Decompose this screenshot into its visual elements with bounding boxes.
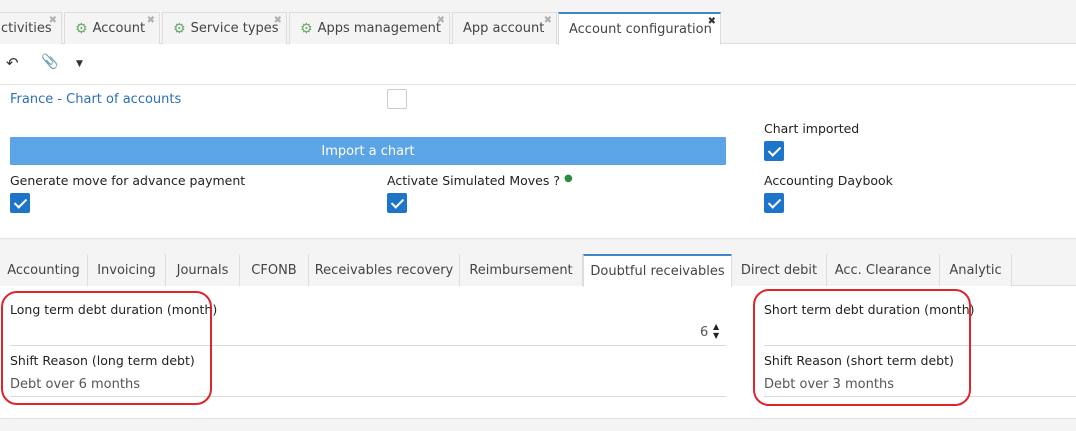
advance-payment-checkbox[interactable]: [10, 193, 30, 213]
chart-imported-label: Chart imported: [764, 121, 860, 136]
undo-icon[interactable]: ↶: [6, 54, 19, 72]
subtab-accounting[interactable]: Accounting: [0, 254, 88, 286]
subtab-doubtful-receivables[interactable]: Doubtful receivables: [583, 254, 732, 287]
advance-payment-label: Generate move for advance payment: [10, 173, 246, 188]
tab-service-types[interactable]: ⚙ Service types ✖: [162, 12, 287, 44]
info-icon[interactable]: ●: [564, 173, 573, 184]
long-term-duration-input[interactable]: 6: [700, 325, 708, 340]
subtab-direct-debit[interactable]: Direct debit: [732, 254, 827, 286]
bottom-gap: [0, 418, 1076, 431]
section-separator: [0, 238, 1076, 254]
gear-icon: ⚙: [300, 20, 313, 37]
close-icon[interactable]: ✖: [544, 15, 552, 26]
tab-label: App account: [463, 21, 545, 36]
subtab-reimbursement[interactable]: Reimbursement: [460, 254, 583, 286]
highlight-long-term: [1, 291, 212, 405]
close-icon[interactable]: ✖: [437, 15, 445, 26]
tab-bar: ctivities ✖ ⚙ Account ✖ ⚙ Service types …: [0, 0, 1076, 45]
subtab-journals[interactable]: Journals: [166, 254, 240, 286]
tab-label: Account configuration: [569, 22, 712, 37]
tab-account[interactable]: ⚙ Account ✖: [64, 12, 160, 44]
tab-label: Service types: [190, 21, 279, 36]
tab-label: Apps management: [317, 21, 441, 36]
tab-app-account[interactable]: App account ✖: [452, 12, 557, 44]
gear-icon: ⚙: [75, 20, 88, 37]
subtab-acc-clearance[interactable]: Acc. Clearance: [827, 254, 940, 286]
subtab-analytic[interactable]: Analytic: [940, 254, 1012, 286]
subtab-cfonb[interactable]: CFONB: [240, 254, 309, 286]
chart-imported-checkbox[interactable]: [764, 141, 784, 161]
subtab-invoicing[interactable]: Invoicing: [88, 254, 166, 286]
tab-label: ctivities: [1, 21, 52, 36]
close-icon[interactable]: ✖: [147, 15, 155, 26]
close-icon[interactable]: ✖: [708, 16, 716, 27]
import-chart-button[interactable]: Import a chart: [10, 137, 726, 165]
daybook-checkbox[interactable]: [764, 193, 784, 213]
subtab-bar: Accounting Invoicing Journals CFONB Rece…: [0, 254, 1076, 287]
daybook-label: Accounting Daybook: [764, 173, 893, 188]
chart-link-checkbox[interactable]: [387, 89, 407, 109]
tab-account-configuration[interactable]: Account configuration ✖: [558, 12, 721, 45]
close-icon[interactable]: ✖: [49, 15, 57, 26]
tab-activities[interactable]: ctivities ✖: [0, 12, 62, 44]
tab-label: Account: [92, 21, 146, 36]
simulated-moves-label: Activate Simulated Moves ? ●: [387, 173, 573, 188]
tab-apps-management[interactable]: ⚙ Apps management ✖: [289, 12, 450, 44]
divider: [0, 84, 1076, 85]
close-icon[interactable]: ✖: [274, 15, 282, 26]
dropdown-caret-icon[interactable]: ▼: [76, 59, 83, 69]
number-stepper-icon[interactable]: ▲ ▼: [713, 322, 719, 340]
subtab-receivables-recovery[interactable]: Receivables recovery: [309, 254, 460, 286]
chart-of-accounts-link[interactable]: France - Chart of accounts: [10, 92, 181, 107]
gear-icon: ⚙: [173, 20, 186, 37]
attachment-icon[interactable]: 📎: [41, 54, 58, 70]
highlight-short-term: [753, 289, 971, 406]
simulated-moves-checkbox[interactable]: [387, 193, 407, 213]
